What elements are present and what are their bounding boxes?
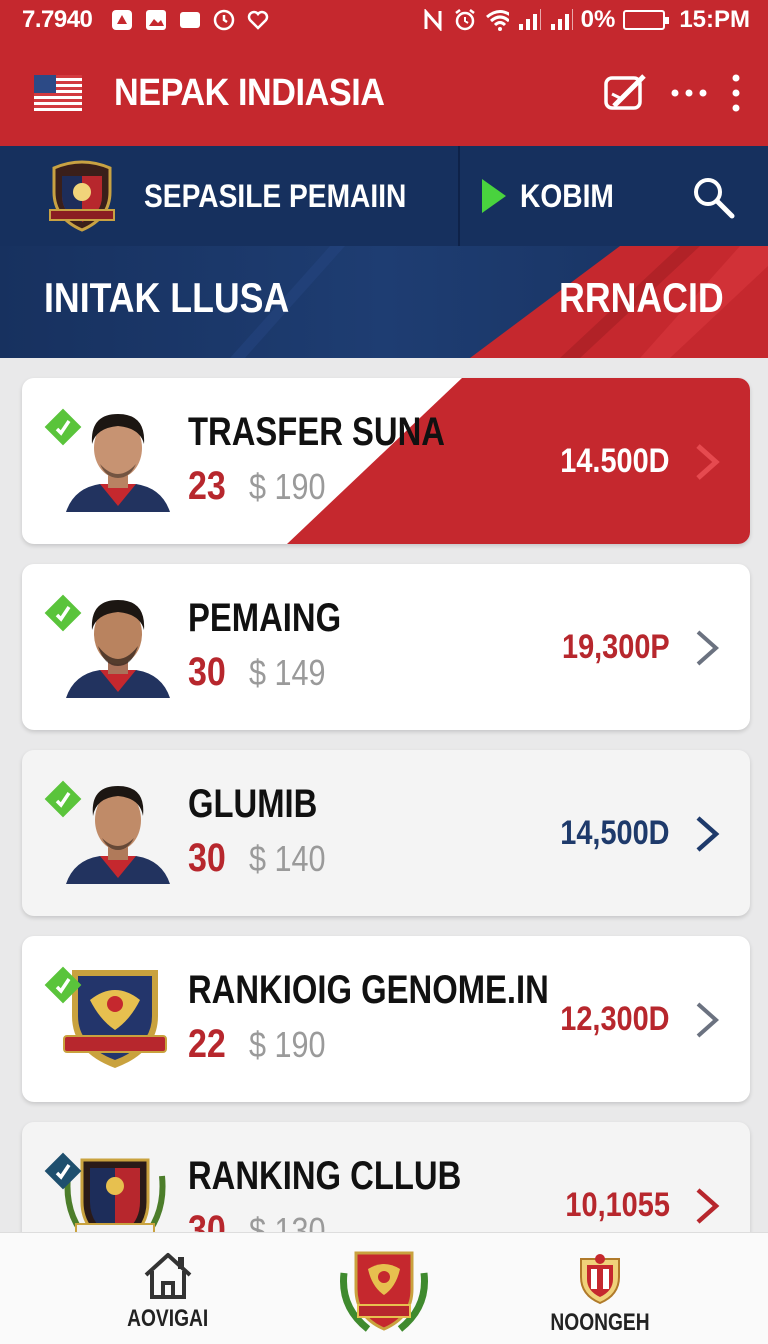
play-label: KOBIM	[520, 177, 614, 214]
club-emblem-icon	[340, 1251, 428, 1332]
item-price: $ 149	[248, 652, 326, 693]
item-name: RANKIOIG GENOME.IN	[188, 968, 549, 1012]
battery-icon	[623, 10, 670, 30]
message-icon	[178, 8, 202, 32]
bottom-nav: AOVIGAI NOONGEH	[0, 1232, 768, 1344]
app-title: NEPAK INDIASIA	[114, 71, 385, 114]
banner: INITAK LLUSA RRNACID	[0, 246, 768, 358]
chevron-right-icon[interactable]	[692, 1186, 722, 1226]
play-icon	[482, 179, 506, 213]
wifi-icon	[485, 8, 509, 32]
signal-2-icon	[549, 8, 573, 32]
home-icon	[144, 1253, 192, 1299]
nav-home-label: AOVIGAI	[127, 1305, 209, 1332]
item-price: $ 140	[248, 838, 326, 879]
chevron-right-icon[interactable]	[692, 628, 722, 668]
item-number: 23	[188, 464, 226, 508]
heart-icon	[246, 8, 270, 32]
list-item[interactable]: PEMAING 30 $ 149 19,300P	[22, 564, 750, 730]
notification-icon	[110, 8, 134, 32]
item-number: 30	[188, 836, 226, 880]
item-name: PEMAING	[188, 596, 342, 640]
chevron-right-icon[interactable]	[692, 814, 722, 854]
clock-app-icon	[212, 8, 236, 32]
item-value: 14,500D	[560, 814, 670, 852]
status-time: 7.7940	[22, 6, 93, 33]
play-button[interactable]: KOBIM	[482, 146, 627, 246]
search-icon[interactable]	[690, 174, 736, 220]
item-value: 14.500D	[560, 442, 670, 480]
signal-icon	[517, 8, 541, 32]
item-price: $ 190	[248, 1024, 326, 1065]
nav-club[interactable]	[334, 1233, 434, 1344]
us-flag-icon	[34, 75, 82, 111]
edit-icon[interactable]	[600, 68, 650, 118]
battery-percent: 0%	[580, 6, 616, 33]
check-icon	[44, 966, 82, 1004]
club-badge-icon	[580, 1254, 620, 1305]
divider	[458, 146, 460, 246]
nav-right[interactable]: NOONGEH	[550, 1233, 650, 1344]
nav-right-label: NOONGEH	[550, 1309, 650, 1336]
nfc-icon	[421, 8, 445, 32]
player-avatar	[66, 600, 170, 698]
item-value: 12,300D	[560, 1000, 670, 1038]
banner-right-text: RRNACID	[559, 274, 724, 321]
chevron-right-icon[interactable]	[692, 1000, 722, 1040]
check-icon	[44, 1152, 82, 1190]
item-name: TRASFER SUNA	[188, 410, 445, 454]
player-list: TRASFER SUNA 23 $ 190 14.500D PEMAING 30…	[22, 378, 750, 1308]
item-number: 30	[188, 650, 226, 694]
item-value: 19,300P	[562, 628, 670, 666]
alarm-icon	[453, 8, 477, 32]
item-value: 10,1055	[565, 1186, 670, 1224]
list-item[interactable]: GLUMIB 30 $ 140 14,500D	[22, 750, 750, 916]
sub-header: SEPASILE PEMAIIN KOBIM	[0, 146, 768, 246]
more-horizontal-icon[interactable]	[670, 87, 710, 99]
banner-left-text: INITAK LLUSA	[44, 274, 290, 321]
app-bar: NEPAK INDIASIA	[0, 40, 768, 146]
nav-home[interactable]: AOVIGAI	[118, 1233, 218, 1344]
list-item[interactable]: TRASFER SUNA 23 $ 190 14.500D	[22, 378, 750, 544]
player-avatar	[66, 786, 170, 884]
status-bar: 7.7940 0% 15:PM	[0, 0, 768, 40]
item-name: GLUMIB	[188, 782, 318, 826]
more-vertical-icon[interactable]	[730, 73, 742, 113]
gallery-icon	[144, 8, 168, 32]
item-number: 22	[188, 1022, 226, 1066]
player-avatar	[66, 414, 170, 512]
item-price: $ 190	[248, 466, 326, 507]
club-crest-icon	[49, 160, 115, 232]
list-item[interactable]: RANKIOIG GENOME.IN 22 $ 190 12,300D	[22, 936, 750, 1102]
item-name: RANKING CLLUB	[188, 1154, 462, 1198]
sub-header-title: SEPASILE PEMAIIN	[144, 177, 407, 214]
chevron-right-icon[interactable]	[692, 442, 722, 482]
status-clock: 15:PM	[679, 6, 750, 33]
